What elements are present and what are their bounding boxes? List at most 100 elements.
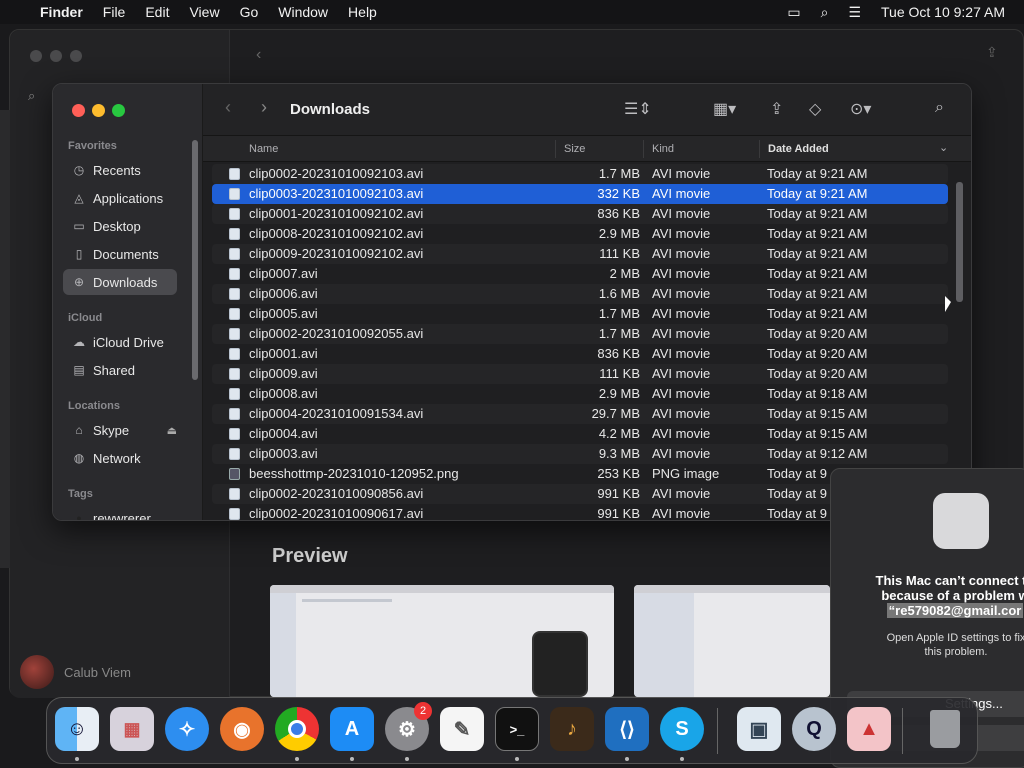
menu-app-name[interactable]: Finder: [40, 4, 83, 20]
tags-header: Tags: [68, 488, 93, 500]
dock-trash[interactable]: [923, 707, 967, 751]
control-center-icon[interactable]: ☰: [848, 4, 861, 21]
file-row[interactable]: clip0009-20231010092102.avi 111 KB AVI mov…: [212, 244, 948, 264]
sidebar-item-label: Downloads: [93, 274, 158, 290]
bg-minimize-button[interactable]: [50, 50, 62, 62]
share-icon[interactable]: ⇪: [770, 99, 783, 119]
file-size: 1.7 MB: [598, 306, 640, 321]
sidebar-item-applications[interactable]: ◬ Applications: [63, 185, 177, 211]
more-actions-icon[interactable]: ⊙▾: [850, 99, 871, 119]
screen-mirroring-icon[interactable]: ▭: [787, 4, 800, 21]
clock-icon: ◷: [73, 163, 85, 177]
column-name[interactable]: Name: [249, 143, 278, 155]
phone-preview-icon: [532, 631, 588, 697]
bg-share-icon[interactable]: ⇪: [986, 44, 998, 61]
file-row[interactable]: clip0007.avi 2 MB AVI movie Today at 9:21 A…: [212, 264, 948, 284]
sort-chevron-icon[interactable]: ⌄: [939, 141, 948, 154]
preview-thumbnail[interactable]: [270, 585, 614, 697]
file-row[interactable]: clip0001.avi 836 KB AVI movie Today at 9:20…: [212, 344, 948, 364]
search-icon[interactable]: ⌕: [935, 99, 944, 117]
forward-icon[interactable]: ›: [261, 97, 267, 118]
dock-firefox[interactable]: ◉: [220, 707, 264, 751]
file-row[interactable]: clip0008-20231010092102.avi 2.9 MB AVI mov…: [212, 224, 948, 244]
file-row[interactable]: clip0005.avi 1.7 MB AVI movie Today at 9:21…: [212, 304, 948, 324]
bg-back-icon[interactable]: ‹: [256, 46, 261, 64]
eject-icon[interactable]: ⏏: [167, 424, 177, 437]
minimize-button[interactable]: [92, 104, 105, 117]
column-size[interactable]: Size: [555, 140, 585, 158]
close-button[interactable]: [72, 104, 85, 117]
sidebar-item-label: Skype: [93, 422, 130, 438]
sidebar-item-shared[interactable]: ▤ Shared: [63, 357, 177, 383]
file-kind: AVI movie: [652, 346, 711, 361]
dock-vscode[interactable]: ⟨⟩: [605, 707, 649, 751]
menu-window[interactable]: Window: [278, 4, 328, 20]
dock-pinpoint[interactable]: ▲: [847, 707, 891, 751]
sidebar-item-label: rewwrerer: [93, 510, 151, 521]
list-view-icon[interactable]: ☰⇕: [624, 99, 652, 119]
file-kind: AVI movie: [652, 366, 711, 381]
menu-edit[interactable]: Edit: [145, 4, 169, 20]
file-row[interactable]: clip0008.avi 2.9 MB AVI movie Today at 9:18…: [212, 384, 948, 404]
dock-garageband[interactable]: ♪: [550, 707, 594, 751]
file-row[interactable]: clip0004.avi 4.2 MB AVI movie Today at 9:15…: [212, 424, 948, 444]
bg-close-button[interactable]: [30, 50, 42, 62]
dock-terminal[interactable]: >_: [495, 707, 539, 751]
file-size: 1.7 MB: [598, 326, 640, 341]
file-row[interactable]: clip0004-20231010091534.avi 29.7 MB AVI mo…: [212, 404, 948, 424]
dock-quicktime[interactable]: Q: [792, 707, 836, 751]
file-row[interactable]: clip0002-20231010092055.avi 1.7 MB AVI mov…: [212, 324, 948, 344]
sidebar-item-network[interactable]: ◍ Network: [63, 445, 177, 471]
sidebar-item-documents[interactable]: ▯ Documents: [63, 241, 177, 267]
sidebar-item-recents[interactable]: ◷ Recents: [63, 157, 177, 183]
notification-badge: 2: [414, 702, 432, 720]
dock-skype[interactable]: S: [660, 707, 704, 751]
dock-finder[interactable]: ☺: [55, 707, 99, 751]
file-icon: [229, 428, 240, 440]
file-row[interactable]: clip0001-20231010092102.avi 836 KB AVI mov…: [212, 204, 948, 224]
file-row[interactable]: clip0003-20231010092103.avi 332 KB AVI mov…: [212, 184, 948, 204]
sidebar-item-skype[interactable]: ⌂ Skype ⏏: [63, 417, 187, 443]
menu-go[interactable]: Go: [240, 4, 259, 20]
zoom-button[interactable]: [112, 104, 125, 117]
tag-dot-icon: ●: [76, 513, 82, 521]
dock-preview[interactable]: ▣: [737, 707, 781, 751]
file-date-added: Today at 9:21 AM: [767, 206, 868, 221]
file-row[interactable]: clip0003.avi 9.3 MB AVI movie Today at 9:12…: [212, 444, 948, 464]
spotlight-search-icon[interactable]: ⌕: [821, 4, 829, 21]
file-row[interactable]: clip0002-20231010092103.avi 1.7 MB AVI mov…: [212, 164, 948, 184]
sidebar-item-desktop[interactable]: ▭ Desktop: [63, 213, 177, 239]
file-row[interactable]: clip0009.avi 111 KB AVI movie Today at 9:20…: [212, 364, 948, 384]
sidebar-item-downloads[interactable]: ⊕ Downloads: [63, 269, 177, 295]
bg-zoom-button[interactable]: [70, 50, 82, 62]
menu-help[interactable]: Help: [348, 4, 377, 20]
tag-icon[interactable]: ◇: [809, 99, 821, 119]
menu-view[interactable]: View: [189, 4, 219, 20]
file-date-added: Today at 9:18 AM: [767, 386, 868, 401]
dock-textedit[interactable]: ✎: [440, 707, 484, 751]
sidebar-item-icloud-drive[interactable]: ☁ iCloud Drive: [63, 329, 177, 355]
user-profile[interactable]: Calub Viem: [20, 655, 131, 689]
bg-search-icon[interactable]: ⌕: [28, 88, 35, 104]
dock-app-store[interactable]: A: [330, 707, 374, 751]
file-kind: AVI movie: [652, 306, 711, 321]
menu-file[interactable]: File: [103, 4, 126, 20]
dock-launchpad[interactable]: ▦: [110, 707, 154, 751]
dock-chrome[interactable]: [275, 707, 319, 751]
group-icon[interactable]: ▦▾: [713, 99, 736, 119]
sidebar-scrollbar[interactable]: [192, 140, 198, 380]
menu-clock[interactable]: Tue Oct 10 9:27 AM: [881, 4, 1005, 20]
desktop-icon: ▭: [73, 219, 85, 233]
dock-safari[interactable]: ✧: [165, 707, 209, 751]
file-icon: [229, 288, 240, 300]
file-list-scrollbar[interactable]: [956, 182, 963, 302]
back-icon[interactable]: ‹: [225, 97, 231, 118]
sidebar-item-tag[interactable]: ● rewwrerer: [63, 505, 177, 521]
file-size: 836 KB: [597, 346, 640, 361]
column-kind[interactable]: Kind: [643, 140, 674, 158]
preview-thumbnail[interactable]: [634, 585, 830, 697]
file-date-added: Today at 9:21 AM: [767, 166, 868, 181]
file-row[interactable]: clip0006.avi 1.6 MB AVI movie Today at 9:21…: [212, 284, 948, 304]
favorites-header: Favorites: [68, 140, 117, 152]
column-date-added[interactable]: Date Added: [759, 140, 829, 158]
